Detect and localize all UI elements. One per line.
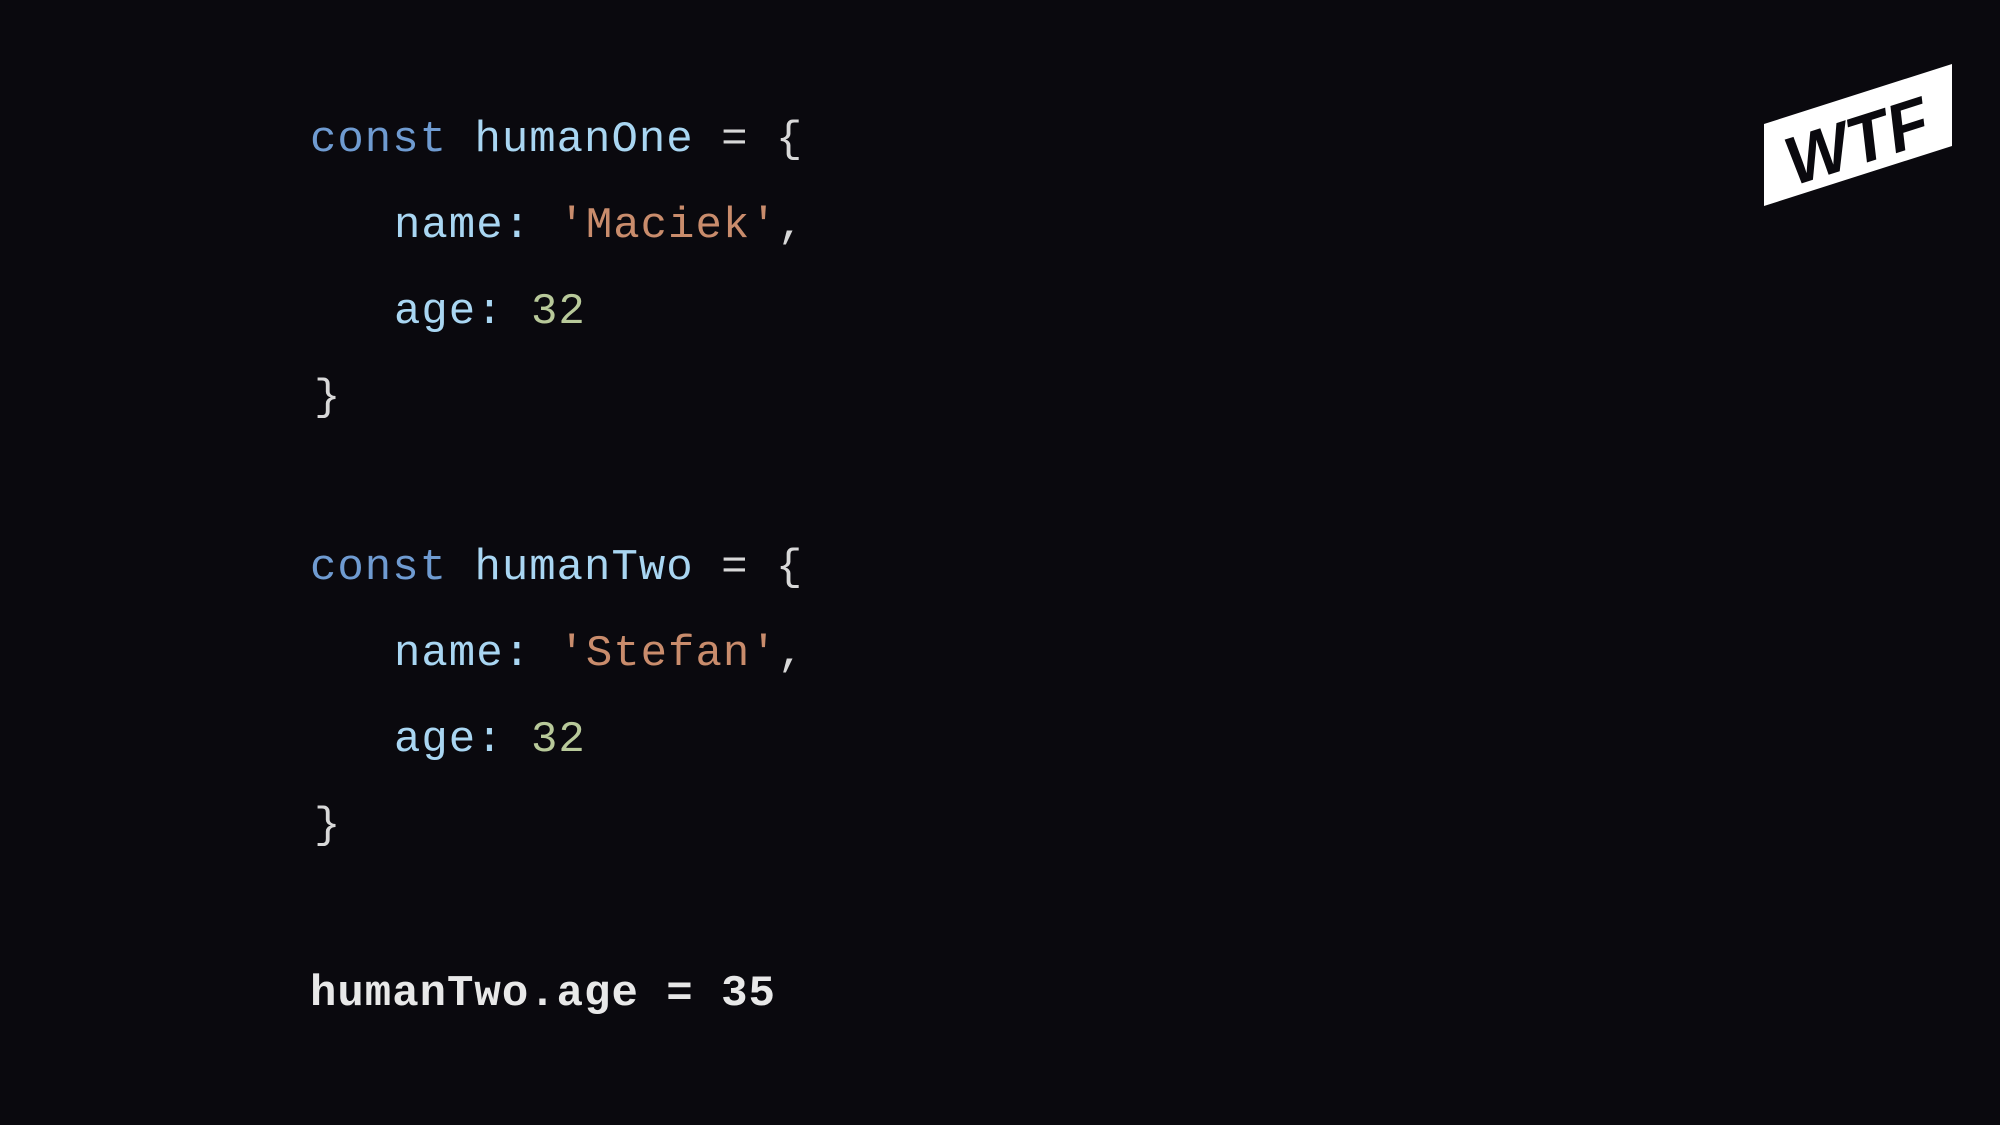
assign-brace: = { bbox=[693, 115, 804, 165]
string-value: 'Maciek' bbox=[558, 201, 778, 251]
assign-brace: = { bbox=[693, 543, 804, 593]
number-value: 32 bbox=[531, 715, 586, 765]
code-line-assignment: humanTwo.age = 35 bbox=[310, 969, 776, 1019]
string-value: 'Stefan' bbox=[558, 629, 778, 679]
code-line-declaration-1: const humanOne = { bbox=[310, 118, 803, 162]
code-line-close-2: } bbox=[314, 804, 341, 848]
variable-name: humanOne bbox=[474, 115, 694, 165]
code-line-name-2: name: 'Stefan', bbox=[310, 632, 805, 676]
comma: , bbox=[777, 201, 806, 251]
property-key: name: bbox=[394, 629, 532, 679]
property-key: age: bbox=[394, 715, 504, 765]
number-value: 32 bbox=[531, 287, 586, 337]
closing-brace: } bbox=[314, 801, 342, 851]
keyword-const: const bbox=[310, 115, 448, 165]
code-line-age-1: age: 32 bbox=[310, 290, 586, 334]
code-line-close-1: } bbox=[314, 376, 341, 420]
closing-brace: } bbox=[314, 373, 342, 423]
property-key: age: bbox=[394, 287, 504, 337]
code-line-age-2: age: 32 bbox=[310, 718, 586, 762]
variable-name: humanTwo bbox=[474, 543, 694, 593]
code-line-declaration-2: const humanTwo = { bbox=[310, 546, 803, 590]
keyword-const: const bbox=[310, 543, 448, 593]
code-line-name-1: name: 'Maciek', bbox=[310, 204, 805, 248]
property-key: name: bbox=[394, 201, 532, 251]
comma: , bbox=[777, 629, 806, 679]
wtf-logo-icon: WTF bbox=[1764, 64, 1952, 206]
